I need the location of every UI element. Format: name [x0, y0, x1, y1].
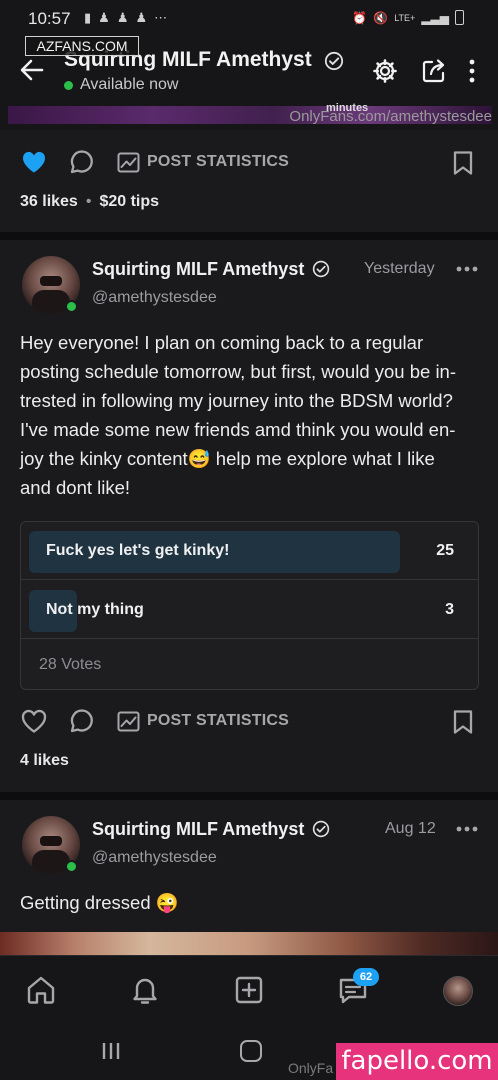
- signal-icon: ▂▃▅: [421, 10, 449, 25]
- post-text-line: joy the kinky content😅 help me explore w…: [20, 448, 435, 469]
- heart-filled-icon[interactable]: [20, 148, 48, 176]
- verified-icon: [312, 260, 330, 278]
- tips-amount[interactable]: $20 tips: [99, 193, 159, 211]
- status-system-icons: ⏰ 🔇 LTE+ ▂▃▅: [352, 10, 464, 25]
- post-author-handle[interactable]: @amethystesdee: [92, 289, 217, 307]
- post-author-name[interactable]: Squirting MILF Amethyst: [92, 819, 304, 840]
- home-icon[interactable]: [25, 974, 57, 1006]
- previous-post-stats: 36 likes • $20 tips: [20, 193, 159, 211]
- message-icon: ▮: [84, 10, 92, 25]
- online-indicator-icon: [64, 80, 73, 90]
- poll-option-count: 25: [436, 542, 454, 559]
- availability-status: Available now: [64, 76, 178, 94]
- post-statistics-button[interactable]: POST STATISTICS: [116, 150, 289, 175]
- poll-option-label: Not my thing: [46, 601, 144, 618]
- person-add-icon: ♟: [135, 10, 148, 25]
- bell-icon[interactable]: [129, 974, 161, 1006]
- gear-icon[interactable]: [372, 58, 398, 84]
- more-horizontal-icon[interactable]: [456, 265, 478, 273]
- post-divider: [0, 232, 498, 240]
- poll: Fuck yes let's get kinky! 25 Not my thin…: [20, 521, 479, 690]
- recent-apps-icon[interactable]: [101, 1042, 121, 1060]
- post-date: Aug 12: [385, 820, 436, 837]
- poll-option[interactable]: Fuck yes let's get kinky! 25: [21, 522, 478, 580]
- separator-dot: •: [85, 193, 92, 210]
- more-notifications-icon: ⋯: [154, 10, 168, 25]
- post-stats: 4 likes: [20, 752, 69, 770]
- heart-icon[interactable]: [20, 707, 48, 735]
- person-add-icon: ♟: [98, 10, 110, 25]
- battery-icon: [455, 10, 464, 25]
- azfans-watermark: AZFANS.COM: [25, 36, 139, 56]
- status-time: 10:57: [28, 9, 71, 28]
- post-body-text: Getting dressed 😜: [20, 892, 179, 913]
- poll-total-votes: 28 Votes: [39, 656, 102, 673]
- statistics-icon: [117, 152, 140, 172]
- more-vertical-icon[interactable]: [462, 58, 482, 84]
- status-notification-icons: ▮ ♟ ♟ ♟ ⋯: [84, 10, 167, 26]
- poll-option-label: Fuck yes let's get kinky!: [46, 542, 230, 559]
- verified-icon: [312, 820, 330, 838]
- status-bar: 10:57 ▮ ♟ ♟ ♟ ⋯ ⏰ 🔇 LTE+ ▂▃▅: [0, 0, 498, 36]
- post-text-line: I've made some new friends amd think you…: [20, 419, 456, 440]
- person-add-icon: ♟: [116, 10, 129, 25]
- post-date: Yesterday: [364, 260, 435, 277]
- post-statistics-button[interactable]: POST STATISTICS: [116, 709, 289, 734]
- post-author-handle[interactable]: @amethystesdee: [92, 849, 217, 867]
- post-text-line: posting schedule tomorrow, but first, wo…: [20, 361, 457, 382]
- post-body-text: Hey everyone! I plan on coming back to a…: [20, 328, 482, 502]
- mute-icon: 🔇: [373, 10, 389, 25]
- post-statistics-label: POST STATISTICS: [147, 712, 289, 729]
- post-actions: POST STATISTICS: [20, 707, 289, 735]
- more-horizontal-icon[interactable]: [456, 825, 478, 833]
- statistics-icon: [117, 711, 140, 731]
- likes-count[interactable]: 4 likes: [20, 752, 69, 770]
- online-indicator-icon: [65, 860, 78, 873]
- bottom-navigation: 62: [0, 955, 498, 1022]
- alarm-icon: ⏰: [352, 10, 368, 25]
- share-icon[interactable]: [421, 58, 447, 84]
- likes-count[interactable]: 36 likes: [20, 193, 78, 211]
- previous-post-actions: POST STATISTICS: [20, 148, 289, 176]
- poll-option-count: 3: [445, 601, 454, 618]
- bookmark-icon[interactable]: [452, 709, 474, 735]
- home-button-icon[interactable]: [240, 1040, 262, 1062]
- comment-icon[interactable]: [68, 707, 96, 735]
- profile-avatar[interactable]: [443, 976, 473, 1006]
- fapello-watermark: fapello.com: [336, 1043, 498, 1080]
- post-text-line: Hey everyone! I plan on coming back to a…: [20, 332, 424, 353]
- post-divider: [0, 792, 498, 800]
- onlyfans-url-watermark: OnlyFa: [288, 1060, 334, 1076]
- onlyfans-url-watermark: OnlyFans.com/amethystesdee: [289, 108, 492, 125]
- post-text-line: and dont like!: [20, 477, 131, 498]
- availability-text: Available now: [80, 76, 179, 93]
- post-media-preview[interactable]: [0, 932, 498, 955]
- post-author-name[interactable]: Squirting MILF Amethyst: [92, 259, 304, 280]
- post-statistics-label: POST STATISTICS: [147, 153, 289, 170]
- add-post-icon[interactable]: [233, 974, 265, 1006]
- poll-option[interactable]: Not my thing 3: [21, 581, 478, 639]
- verified-icon: [324, 51, 344, 71]
- post-text-line: trested in following my journey into the…: [20, 390, 453, 411]
- network-label: LTE+: [394, 12, 416, 23]
- online-indicator-icon: [65, 300, 78, 313]
- comment-icon[interactable]: [68, 148, 96, 176]
- bookmark-icon[interactable]: [452, 150, 474, 176]
- back-arrow-icon[interactable]: [18, 56, 46, 84]
- messages-badge: 62: [353, 968, 379, 986]
